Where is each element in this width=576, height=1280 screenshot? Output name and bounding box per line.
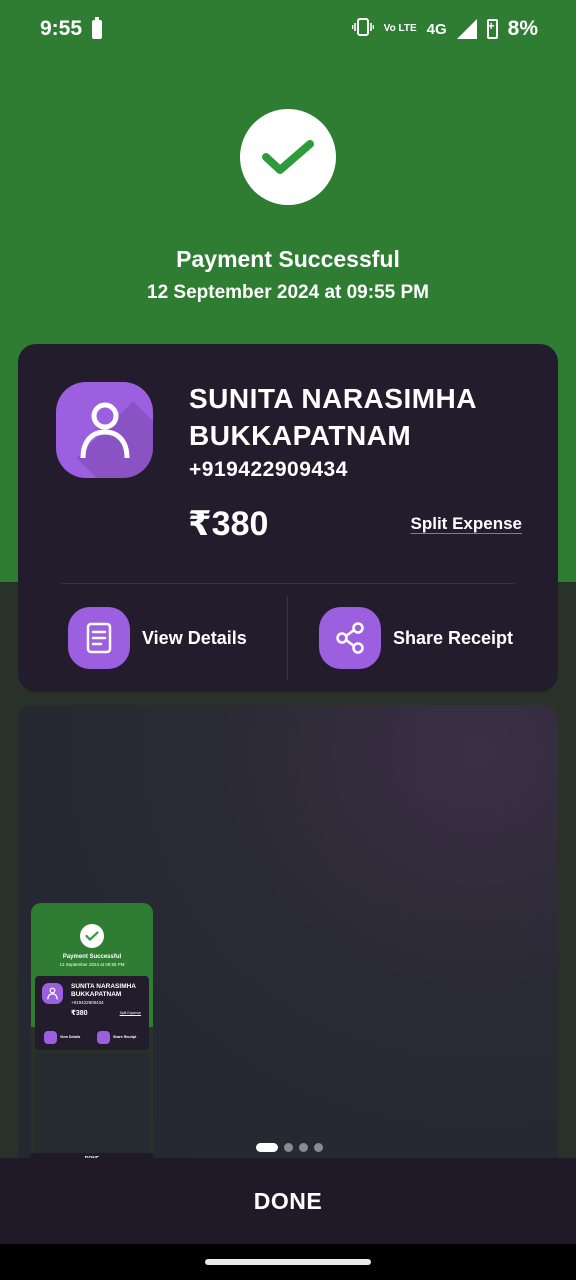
status-time: 9:55 [40,17,83,40]
actions-divider [287,596,288,680]
view-details-label: View Details [142,627,247,648]
person-icon [80,402,129,459]
recipient-card: SUNITA NARASIMHA BUKKAPATNAM +9194229094… [18,344,558,692]
split-expense-link[interactable]: Split Expense [411,514,522,534]
home-indicator[interactable] [205,1259,371,1265]
thumbnail-datetime: 12 September 2024 at 09:55 PM [59,962,125,967]
thumbnail-phone: +919422909434 [71,1000,104,1005]
thumbnail-view-details: View Details [60,1035,81,1039]
network-type: 4G [426,20,447,38]
battery-saver-icon [92,16,103,39]
thumbnail-share-icon [97,1031,110,1044]
navigation-bar [0,1244,576,1280]
thumbnail-name: SUNITA NARASIMHA BUKKAPATNAM [71,983,136,998]
thumbnail-split: Split Expense [119,1011,141,1015]
done-button[interactable]: DONE [0,1158,576,1244]
view-details-button[interactable]: View Details [68,607,247,669]
receipt-thumbnail[interactable]: Payment Successful 12 September 2024 at … [31,903,153,1174]
thumbnail-amount: ₹380 [71,1010,88,1017]
volte-icon: Vo LTE [383,23,417,34]
thumbnail-document-icon [44,1031,57,1044]
battery-charging-icon [486,19,498,39]
page-dot [314,1143,323,1152]
avatar [56,382,153,478]
share-receipt-button[interactable]: Share Receipt [319,607,513,669]
thumbnail-title: Payment Successful [62,954,122,960]
status-bar: 9:55 Vo LTE 4G 8% [0,0,576,58]
battery-percent: 8% [507,17,538,40]
signal-icon [456,19,477,39]
payment-status-title: Payment Successful [176,246,400,272]
payment-amount: ₹380 [188,505,269,543]
page-dot [299,1143,308,1152]
thumbnail-share-receipt: Share Receipt [113,1035,137,1039]
recipient-phone: +919422909434 [189,458,348,481]
recipient-name: SUNITA NARASIMHA BUKKAPATNAM [189,383,476,451]
share-receipt-label: Share Receipt [393,627,514,648]
share-icon [319,607,381,669]
document-icon [68,607,130,669]
page-indicator [256,1143,323,1152]
page-dot [284,1143,293,1152]
thumbnail-card: SUNITA NARASIMHA BUKKAPATNAM +9194229094… [35,976,149,1050]
success-check-icon [240,109,336,205]
thumbnail-check-icon [80,924,104,948]
page-dot-active [256,1143,278,1152]
vibrate-icon [351,17,374,41]
thumbnail-avatar-icon [42,983,63,1004]
payment-datetime: 12 September 2024 at 09:55 PM [147,282,429,303]
card-divider [61,583,515,584]
